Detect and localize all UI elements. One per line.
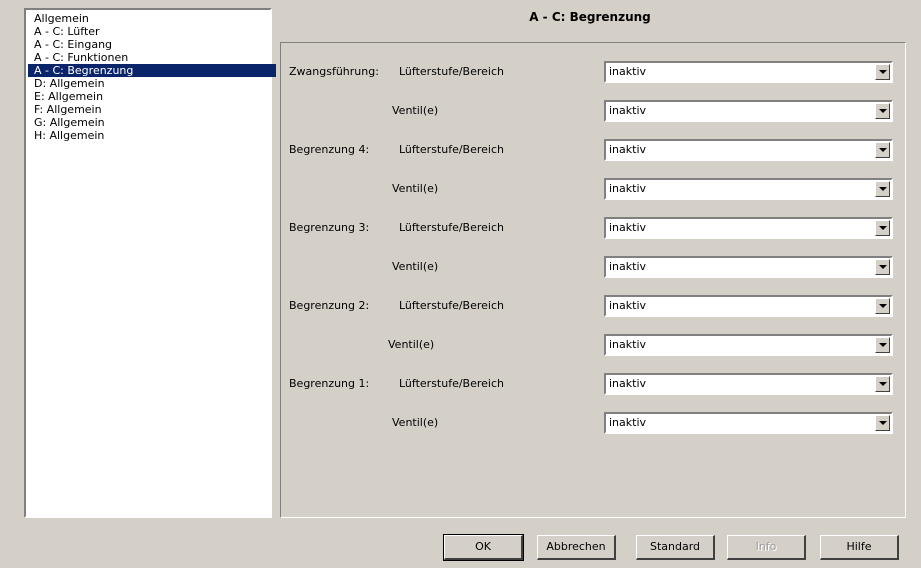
form-row: Begrenzung 4: Lüfterstufe/Bereich inakti… [281,139,907,161]
field-label: Lüfterstufe/Bereich [399,143,504,156]
ok-button[interactable]: OK [443,534,524,561]
sidebar-item-a-c-funktionen[interactable]: A - C: Funktionen [28,51,270,64]
info-button: Info [727,535,806,560]
begrenzung-1-luefterstufe-select[interactable]: inaktiv [604,373,893,395]
field-label: Ventil(e) [392,260,439,273]
zwangsfuehrung-ventile-select[interactable]: inaktiv [604,100,893,122]
cancel-button[interactable]: Abbrechen [537,535,616,560]
select-value: inaktiv [609,221,647,234]
sidebar-list[interactable]: Allgemein A - C: Lüfter A - C: Eingang A… [24,8,276,518]
select-value: inaktiv [609,299,647,312]
group-label-begrenzung-2: Begrenzung 2: [289,299,370,312]
group-label-begrenzung-1: Begrenzung 1: [289,377,370,390]
help-button[interactable]: Hilfe [820,535,899,560]
field-label: Lüfterstufe/Bereich [399,299,504,312]
group-label-zwangsfuehrung: Zwangsführung: [289,65,379,78]
field-label: Ventil(e) [392,182,439,195]
group-label-begrenzung-4: Begrenzung 4: [289,143,370,156]
chevron-down-icon[interactable] [875,64,890,80]
group-label-begrenzung-3: Begrenzung 3: [289,221,370,234]
sidebar-item-allgemein[interactable]: Allgemein [28,12,270,25]
settings-panel: Zwangsführung: Lüfterstufe/Bereich inakt… [280,42,906,518]
form-row: Begrenzung 2: Lüfterstufe/Bereich inakti… [281,295,907,317]
select-value: inaktiv [609,416,647,429]
select-value: inaktiv [609,65,647,78]
chevron-down-icon[interactable] [875,220,890,236]
select-value: inaktiv [609,338,647,351]
select-value: inaktiv [609,143,647,156]
field-label: Ventil(e) [388,338,435,351]
form-row: Zwangsführung: Lüfterstufe/Bereich inakt… [281,61,907,83]
field-label: Ventil(e) [392,416,439,429]
begrenzung-4-luefterstufe-select[interactable]: inaktiv [604,139,893,161]
field-label: Lüfterstufe/Bereich [399,221,504,234]
sidebar-item-a-c-begrenzung[interactable]: A - C: Begrenzung [28,64,276,77]
form-row: Ventil(e) inaktiv [281,256,907,278]
field-label: Lüfterstufe/Bereich [399,377,504,390]
chevron-down-icon[interactable] [875,142,890,158]
select-value: inaktiv [609,104,647,117]
begrenzung-3-luefterstufe-select[interactable]: inaktiv [604,217,893,239]
standard-button[interactable]: Standard [636,535,715,560]
sidebar-item-a-c-eingang[interactable]: A - C: Eingang [28,38,270,51]
chevron-down-icon[interactable] [875,337,890,353]
chevron-down-icon[interactable] [875,298,890,314]
sidebar-item-f-allgemein[interactable]: F: Allgemein [28,103,270,116]
begrenzung-4-ventile-select[interactable]: inaktiv [604,178,893,200]
select-value: inaktiv [609,182,647,195]
zwangsfuehrung-luefterstufe-select[interactable]: inaktiv [604,61,893,83]
begrenzung-2-ventile-select[interactable]: inaktiv [604,334,893,356]
chevron-down-icon[interactable] [875,259,890,275]
form-row: Begrenzung 1: Lüfterstufe/Bereich inakti… [281,373,907,395]
page-title: A - C: Begrenzung [529,10,651,24]
chevron-down-icon[interactable] [875,376,890,392]
begrenzung-2-luefterstufe-select[interactable]: inaktiv [604,295,893,317]
begrenzung-3-ventile-select[interactable]: inaktiv [604,256,893,278]
sidebar-item-a-c-luefter[interactable]: A - C: Lüfter [28,25,270,38]
select-value: inaktiv [609,260,647,273]
form-row: Ventil(e) inaktiv [281,334,907,356]
form-row: Ventil(e) inaktiv [281,178,907,200]
begrenzung-1-ventile-select[interactable]: inaktiv [604,412,893,434]
field-label: Ventil(e) [392,104,439,117]
select-value: inaktiv [609,377,647,390]
form-row: Begrenzung 3: Lüfterstufe/Bereich inakti… [281,217,907,239]
form-row: Ventil(e) inaktiv [281,100,907,122]
chevron-down-icon[interactable] [875,181,890,197]
sidebar-item-d-allgemein[interactable]: D: Allgemein [28,77,270,90]
sidebar-item-g-allgemein[interactable]: G: Allgemein [28,116,270,129]
form-row: Ventil(e) inaktiv [281,412,907,434]
field-label: Lüfterstufe/Bereich [399,65,504,78]
chevron-down-icon[interactable] [875,103,890,119]
chevron-down-icon[interactable] [875,415,890,431]
sidebar-item-h-allgemein[interactable]: H: Allgemein [28,129,270,142]
sidebar-item-e-allgemein[interactable]: E: Allgemein [28,90,270,103]
